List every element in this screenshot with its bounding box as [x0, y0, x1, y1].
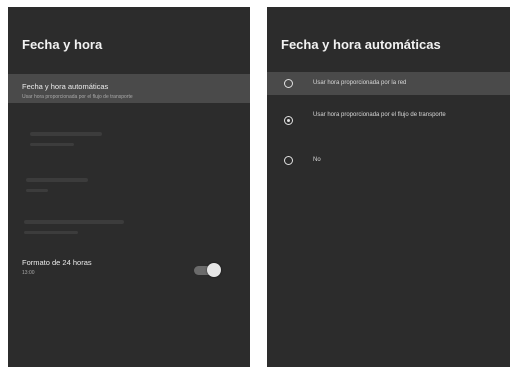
panel-title: Fecha y hora automáticas — [281, 37, 441, 52]
option-label: Usar hora proporcionada por la red — [313, 80, 407, 86]
option-network-time[interactable]: Usar hora proporcionada por la red — [267, 72, 510, 95]
option-off[interactable]: No — [267, 152, 510, 170]
automatic-date-time-panel: Fecha y hora automáticas Usar hora propo… — [267, 7, 510, 367]
option-transport-stream-time[interactable]: Usar hora proporcionada por el flujo de … — [267, 108, 510, 134]
date-time-panel: Fecha y hora Fecha y hora automáticas Us… — [8, 7, 250, 367]
radio-icon — [284, 156, 293, 165]
radio-icon — [284, 79, 293, 88]
menu-item-sublabel: Usar hora proporcionada por el flujo de … — [22, 94, 133, 100]
option-label: No — [313, 157, 321, 163]
menu-item-label: Fecha y hora automáticas — [22, 82, 109, 91]
panel-title: Fecha y hora — [22, 37, 103, 52]
radio-selected-icon — [284, 116, 293, 125]
toggle-thumb — [207, 263, 221, 277]
option-label: Usar hora proporcionada por el flujo de … — [313, 112, 446, 118]
menu-item-automatic-date-time[interactable]: Fecha y hora automáticas Usar hora propo… — [8, 74, 250, 103]
